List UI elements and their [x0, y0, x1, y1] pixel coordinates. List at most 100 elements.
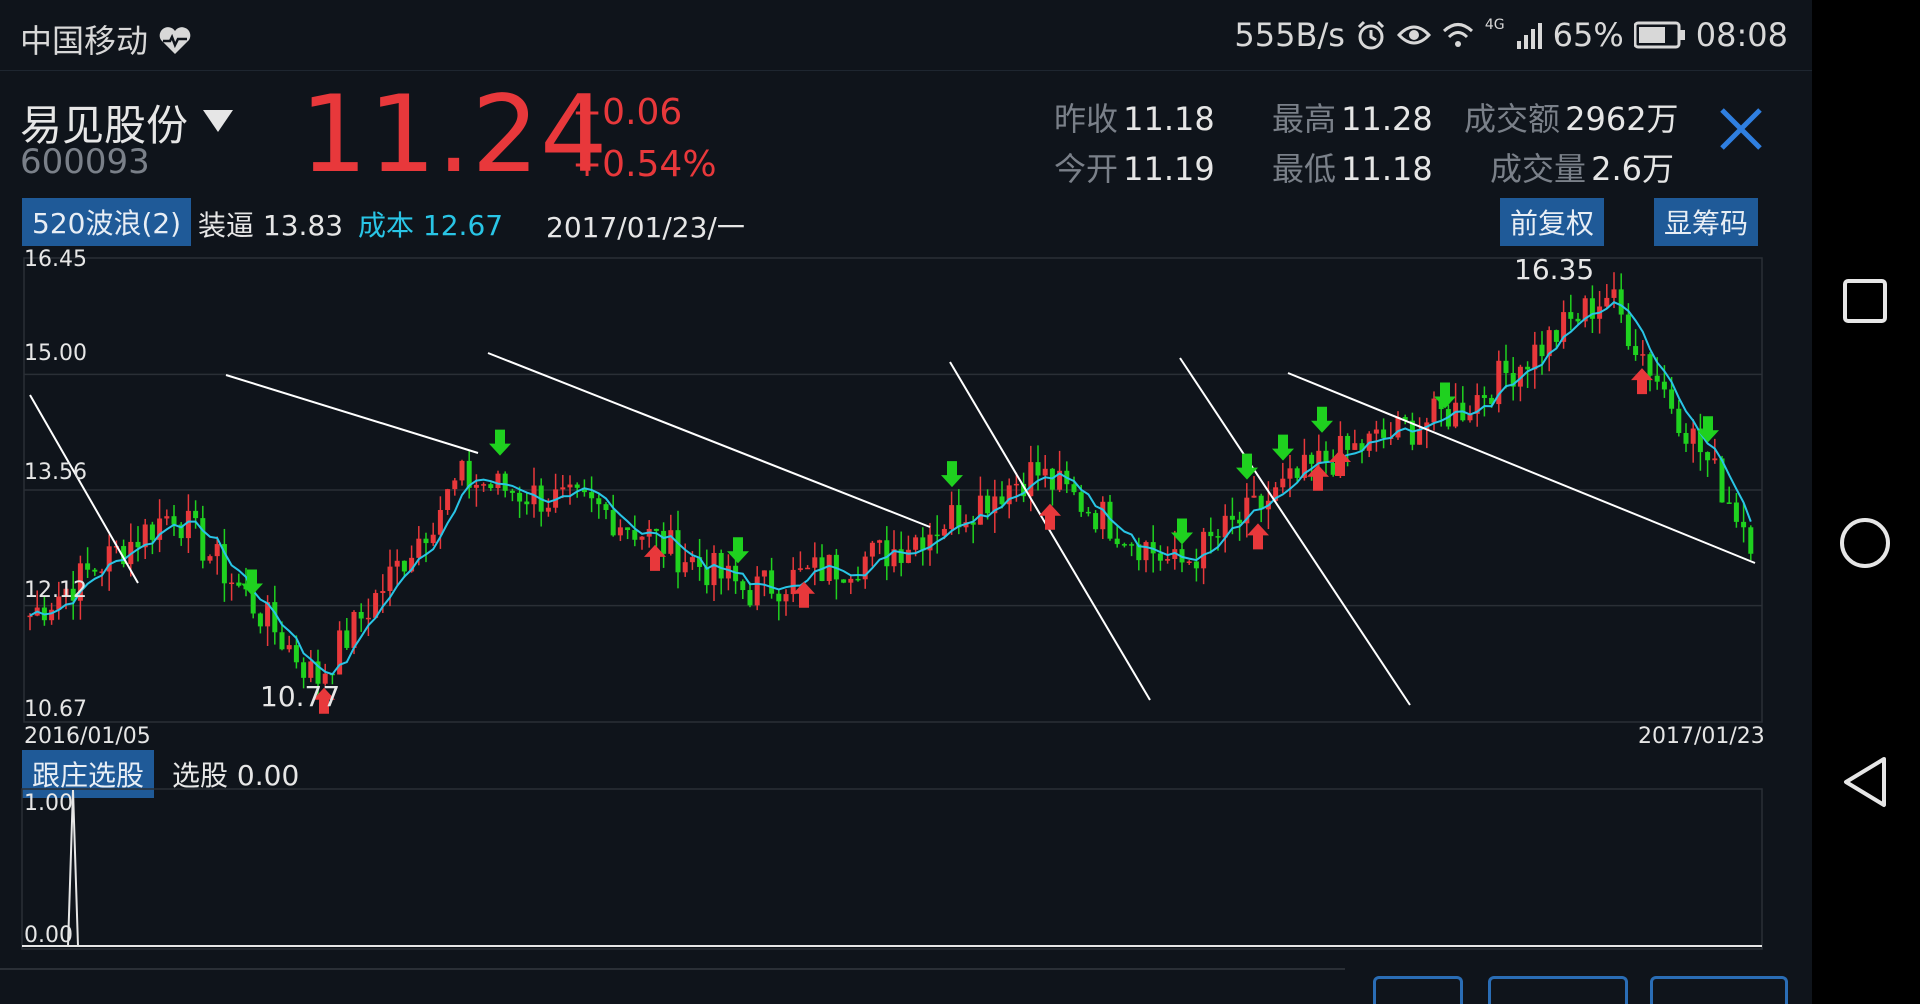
candle-body: [761, 570, 767, 577]
candle-body: [1093, 513, 1099, 530]
candlesticks: [27, 272, 1754, 697]
battery-icon: [1633, 21, 1685, 49]
candle-body: [517, 492, 523, 502]
ma-line: [29, 301, 1752, 676]
candle-body: [1647, 354, 1653, 376]
volume-value: 2.6万: [1591, 150, 1675, 188]
candle-body: [855, 578, 861, 581]
low-value: 11.18: [1341, 150, 1433, 188]
amount-label: 成交额: [1464, 100, 1561, 138]
candle-body: [776, 593, 782, 602]
bottom-button-1[interactable]: [1373, 976, 1463, 1004]
candle-body: [1712, 458, 1718, 461]
y-label-2: 15.00: [24, 341, 87, 366]
candle-body: [502, 473, 508, 491]
candle-body: [193, 510, 199, 519]
candle-body: [524, 501, 530, 505]
candle-body: [488, 484, 494, 489]
alarm-icon: [1357, 20, 1384, 50]
candle-body: [668, 530, 674, 554]
open-stat: 今开 11.19: [1054, 144, 1215, 190]
candle-body: [718, 552, 724, 579]
low-annotation: 10.77: [260, 680, 340, 713]
candle-body: [956, 505, 962, 528]
candle-body: [401, 560, 407, 572]
candle-body: [185, 510, 191, 539]
low-stat: 最低 11.18: [1272, 144, 1433, 190]
candle-body: [1085, 511, 1091, 514]
candle-body: [214, 544, 220, 557]
candle-body: [783, 594, 789, 602]
back-icon[interactable]: [1842, 756, 1888, 808]
candle-body: [387, 566, 393, 592]
home-icon[interactable]: [1838, 516, 1892, 570]
carrier-text: 中国移动: [20, 22, 149, 60]
candle-body: [394, 560, 400, 567]
candle-body: [459, 460, 465, 481]
sub-chart[interactable]: 1.00 0.00: [0, 786, 1812, 956]
candle-body: [985, 495, 991, 514]
candle-body: [661, 530, 667, 554]
candle-body: [1568, 312, 1574, 319]
candle-body: [949, 505, 955, 529]
candle-body: [913, 537, 919, 550]
candle-body: [1661, 381, 1667, 390]
recents-icon[interactable]: [1842, 278, 1888, 324]
volume-label: 成交量: [1490, 150, 1587, 188]
trend-line: [1287, 372, 1756, 564]
candle-body: [1229, 515, 1235, 520]
high-value: 11.28: [1341, 100, 1433, 138]
high-annotation: 16.35: [1514, 253, 1594, 286]
candle-body: [1330, 462, 1336, 475]
candle-body: [365, 617, 371, 620]
candle-body: [171, 516, 177, 525]
candle-body: [358, 611, 364, 619]
end-date-label: 2017/01/23: [1638, 724, 1765, 749]
status-bar: 中国移动 555B/s 4G 65% 08:08: [0, 0, 1812, 70]
candle-body: [999, 496, 1005, 505]
prev-button[interactable]: [1488, 976, 1628, 1004]
candle-body: [1611, 289, 1617, 298]
candle-body: [301, 662, 307, 678]
amount-value: 2962万: [1565, 100, 1679, 138]
close-icon[interactable]: [1718, 106, 1764, 152]
sub-y-top: 1.00: [24, 791, 73, 816]
start-date-label: 2016/01/05: [24, 724, 151, 749]
candle-body: [934, 534, 940, 537]
buy-signal-arrow: [1247, 523, 1269, 550]
candle-body: [1669, 389, 1675, 409]
candle-body: [423, 538, 429, 544]
heart-pulse-icon: [159, 27, 191, 54]
candle-body: [1121, 544, 1127, 546]
candle-body: [1633, 346, 1639, 356]
candle-body: [545, 507, 551, 512]
candle-body: [495, 473, 501, 489]
candle-body: [1280, 478, 1286, 488]
candle-body: [826, 554, 832, 582]
prev-close-label: 昨收: [1054, 100, 1119, 138]
zb-label: 装逼: [198, 209, 255, 242]
candle-body: [1215, 536, 1221, 538]
candle-body: [675, 530, 681, 573]
eye-icon: [1396, 25, 1431, 45]
y-label-bottom: 10.67: [24, 697, 87, 722]
candle-body: [1748, 527, 1754, 554]
high-stat: 最高 11.28: [1272, 94, 1433, 140]
bottom-divider: [0, 968, 1345, 970]
trend-line: [225, 374, 479, 454]
indicator-tag[interactable]: 520波浪(2): [22, 198, 192, 246]
candle-body: [1381, 429, 1387, 438]
chouma-button[interactable]: 显筹码: [1654, 198, 1759, 246]
kline-chart[interactable]: 16.45 15.00 13.56 12.12 10.67 16.35 10.7…: [0, 240, 1812, 750]
sell-signal-arrow: [1236, 453, 1258, 480]
candle-body: [257, 613, 263, 627]
next-button[interactable]: [1650, 976, 1788, 1004]
open-value: 11.19: [1123, 150, 1215, 188]
candle-body: [1251, 495, 1257, 498]
candle-body: [1553, 330, 1559, 342]
fuquan-button[interactable]: 前复权: [1500, 198, 1605, 246]
candle-body: [430, 534, 436, 544]
dropdown-triangle-icon[interactable]: [201, 108, 235, 134]
candle-body: [293, 645, 299, 663]
candle-body: [1741, 521, 1747, 528]
